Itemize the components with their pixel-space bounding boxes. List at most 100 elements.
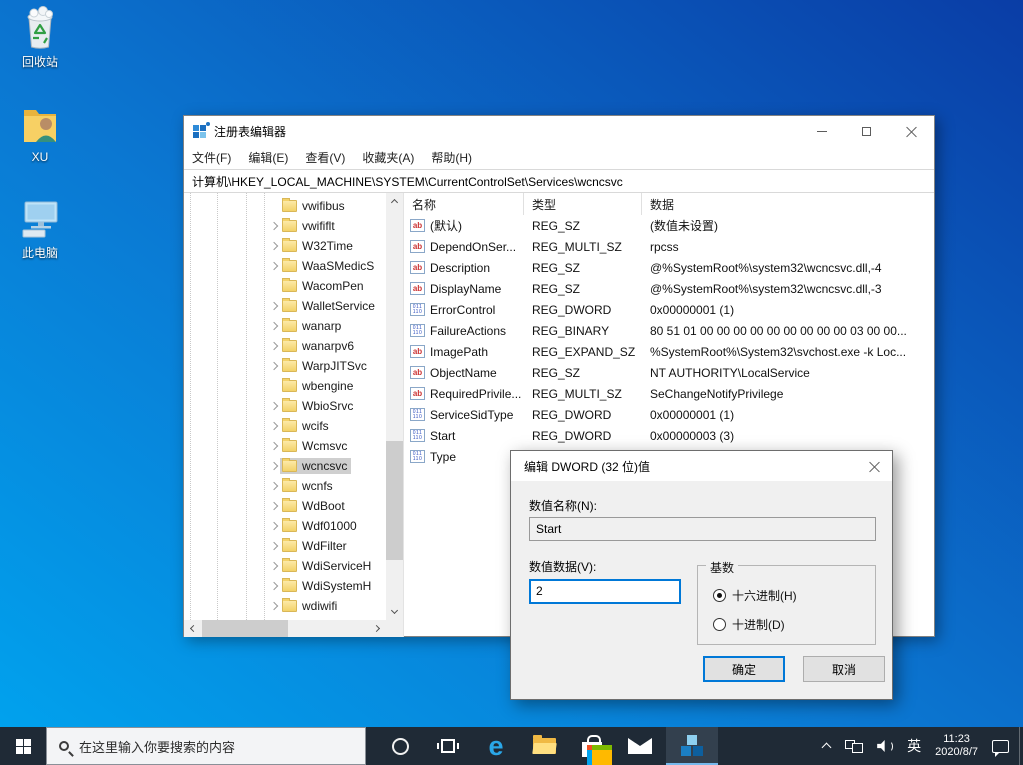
scroll-left-arrow[interactable]: [184, 620, 201, 637]
tree-horizontal-scrollbar[interactable]: [184, 620, 386, 637]
registry-value-row[interactable]: ObjectName REG_SZ NT AUTHORITY\LocalServ…: [404, 362, 934, 383]
edge-button[interactable]: e: [476, 727, 516, 765]
registry-value-row[interactable]: RequiredPrivile... REG_MULTI_SZ SeChange…: [404, 383, 934, 404]
expand-chevron-icon[interactable]: [268, 460, 280, 472]
expand-chevron-icon[interactable]: [268, 260, 280, 272]
desktop-icon-this-pc[interactable]: 此电脑: [7, 196, 73, 261]
menu-item[interactable]: 文件(F): [192, 149, 231, 166]
tree-item[interactable]: wdiwifi: [184, 596, 386, 616]
network-icon[interactable]: [845, 740, 863, 753]
tree-item[interactable]: WdiServiceH: [184, 556, 386, 576]
tree-item[interactable]: WdBoot: [184, 496, 386, 516]
tree-item[interactable]: wbengine: [184, 376, 386, 396]
tree-item[interactable]: WbioSrvc: [184, 396, 386, 416]
expand-chevron-icon[interactable]: [268, 500, 280, 512]
scroll-down-arrow[interactable]: [386, 603, 403, 620]
mail-button[interactable]: [620, 727, 660, 765]
menu-item[interactable]: 帮助(H): [431, 149, 472, 166]
menu-item[interactable]: 查看(V): [305, 149, 345, 166]
desktop-icon-user-folder[interactable]: XU: [7, 102, 73, 164]
close-button[interactable]: [889, 116, 934, 146]
tree-item[interactable]: WalletService: [184, 296, 386, 316]
scroll-thumb[interactable]: [386, 441, 403, 561]
dialog-close-icon[interactable]: [869, 461, 880, 472]
cancel-button[interactable]: 取消: [803, 656, 885, 682]
registry-value-row[interactable]: DisplayName REG_SZ @%SystemRoot%\system3…: [404, 278, 934, 299]
cortana-button[interactable]: [380, 727, 420, 765]
expand-chevron-icon[interactable]: [268, 560, 280, 572]
scroll-thumb[interactable]: [202, 620, 288, 637]
menu-item[interactable]: 收藏夹(A): [362, 149, 414, 166]
registry-value-row[interactable]: DependOnSer... REG_MULTI_SZ rpcss: [404, 236, 934, 257]
expand-chevron-icon[interactable]: [268, 440, 280, 452]
registry-value-row[interactable]: ImagePath REG_EXPAND_SZ %SystemRoot%\Sys…: [404, 341, 934, 362]
value-data-input[interactable]: 2: [529, 579, 681, 604]
radio-option[interactable]: 十进制(D): [713, 616, 785, 633]
expand-chevron-icon[interactable]: [268, 340, 280, 352]
tree-item[interactable]: vwififlt: [184, 216, 386, 236]
registry-value-row[interactable]: ServiceSidType REG_DWORD 0x00000001 (1): [404, 404, 934, 425]
registry-value-row[interactable]: FailureActions REG_BINARY 80 51 01 00 00…: [404, 320, 934, 341]
scroll-right-arrow[interactable]: [369, 620, 386, 637]
tree-item[interactable]: WdiSystemH: [184, 576, 386, 596]
expand-chevron-icon[interactable]: [268, 580, 280, 592]
start-button[interactable]: [0, 727, 46, 765]
registry-value-row[interactable]: ErrorControl REG_DWORD 0x00000001 (1): [404, 299, 934, 320]
tree-item[interactable]: wcnfs: [184, 476, 386, 496]
tree-item[interactable]: wcifs: [184, 416, 386, 436]
expand-chevron-icon[interactable]: [268, 220, 280, 232]
column-header-name[interactable]: 名称: [404, 193, 524, 215]
expand-chevron-icon[interactable]: [268, 520, 280, 532]
action-center-icon[interactable]: [992, 740, 1009, 753]
tree-item[interactable]: wcncsvc: [184, 456, 386, 476]
registry-value-row[interactable]: (默认) REG_SZ (数值未设置): [404, 215, 934, 236]
folder-icon: [282, 540, 297, 552]
tree-item[interactable]: WacomPen: [184, 276, 386, 296]
show-desktop-button[interactable]: [1019, 727, 1023, 765]
radio-option[interactable]: 十六进制(H): [713, 587, 797, 604]
expand-chevron-icon[interactable]: [268, 540, 280, 552]
tree-item[interactable]: WdFilter: [184, 536, 386, 556]
expand-chevron-icon[interactable]: [268, 480, 280, 492]
column-header-type[interactable]: 类型: [524, 193, 642, 215]
tree-item[interactable]: Wdf01000: [184, 516, 386, 536]
minimize-button[interactable]: [799, 116, 844, 146]
maximize-button[interactable]: [844, 116, 889, 146]
tree-vertical-scrollbar[interactable]: [386, 193, 403, 620]
expand-chevron-icon[interactable]: [268, 360, 280, 372]
tree-item[interactable]: vwifibus: [184, 196, 386, 216]
store-button[interactable]: [572, 727, 612, 765]
tree-item[interactable]: W32Time: [184, 236, 386, 256]
ime-indicator[interactable]: 英: [907, 736, 921, 756]
clock[interactable]: 11:23 2020/8/7: [935, 733, 978, 759]
volume-icon[interactable]: [877, 740, 893, 752]
desktop-icon-recycle-bin[interactable]: 回收站: [7, 5, 73, 70]
tree-item[interactable]: Wcmsvc: [184, 436, 386, 456]
file-explorer-button[interactable]: [524, 727, 564, 765]
tree-item[interactable]: WarpJITSvc: [184, 356, 386, 376]
address-bar[interactable]: 计算机\HKEY_LOCAL_MACHINE\SYSTEM\CurrentCon…: [184, 169, 934, 193]
ok-button[interactable]: 确定: [703, 656, 785, 682]
registry-value-row[interactable]: Description REG_SZ @%SystemRoot%\system3…: [404, 257, 934, 278]
tree-item[interactable]: wanarpv6: [184, 336, 386, 356]
registry-value-row[interactable]: Start REG_DWORD 0x00000003 (3): [404, 425, 934, 446]
tree-item[interactable]: WaaSMedicS: [184, 256, 386, 276]
tree-item[interactable]: wanarp: [184, 316, 386, 336]
expand-chevron-icon[interactable]: [268, 240, 280, 252]
expand-chevron-icon[interactable]: [268, 320, 280, 332]
column-header-data[interactable]: 数据: [642, 193, 934, 215]
taskbar-search-input[interactable]: 在这里输入你要搜索的内容: [46, 727, 366, 765]
expand-chevron-icon[interactable]: [268, 300, 280, 312]
menu-item[interactable]: 编辑(E): [248, 149, 288, 166]
radio-button-icon[interactable]: [713, 618, 726, 631]
tray-overflow-chevron-icon[interactable]: [823, 742, 831, 750]
store-icon: [582, 735, 602, 757]
task-view-button[interactable]: [428, 727, 468, 765]
regedit-taskbar-button[interactable]: [666, 727, 718, 765]
value-name-field[interactable]: Start: [529, 517, 876, 541]
scroll-up-arrow[interactable]: [386, 193, 403, 210]
expand-chevron-icon[interactable]: [268, 400, 280, 412]
radio-button-icon[interactable]: [713, 589, 726, 602]
expand-chevron-icon[interactable]: [268, 600, 280, 612]
expand-chevron-icon[interactable]: [268, 420, 280, 432]
